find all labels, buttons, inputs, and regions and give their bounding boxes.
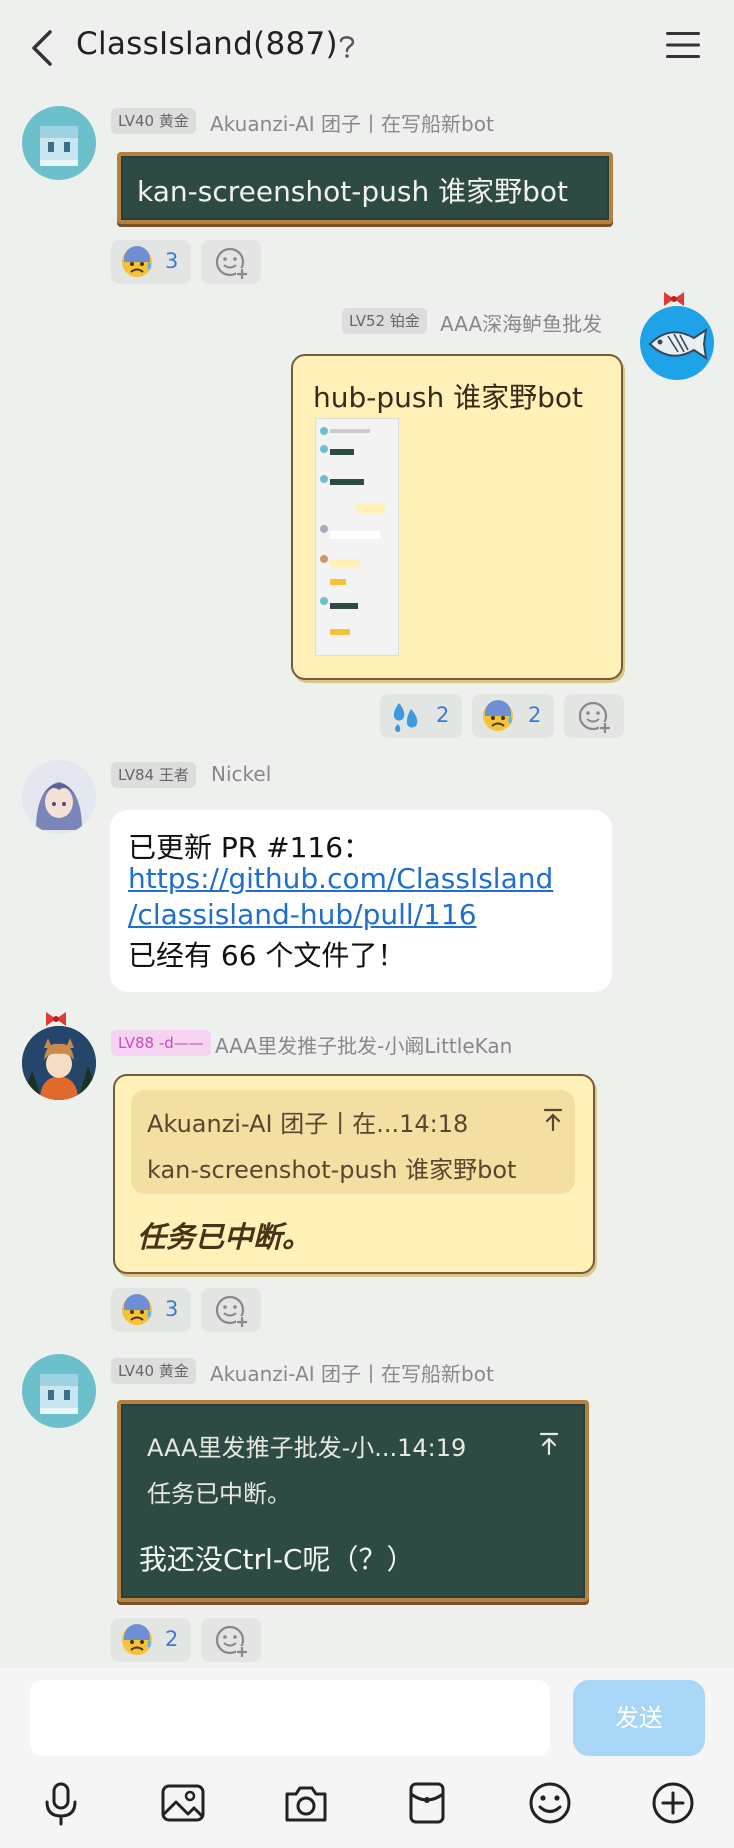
anxious-sweat-face-icon bbox=[483, 700, 513, 731]
quote-text: 任务已中断。 bbox=[147, 1480, 291, 1508]
chat-title[interactable]: ClassIsland(887) bbox=[76, 26, 338, 62]
reaction-chip[interactable]: 2 bbox=[111, 1618, 191, 1662]
message-text: 任务已中断。 bbox=[137, 1220, 312, 1254]
sender-name[interactable]: Nickel bbox=[211, 762, 271, 786]
avatar[interactable] bbox=[22, 1354, 96, 1428]
avatar[interactable] bbox=[22, 760, 96, 834]
message-text: 我还没Ctrl-C呢（？） bbox=[139, 1543, 415, 1576]
quote-text: kan-screenshot-push 谁家野bot bbox=[147, 1156, 517, 1184]
sweat-droplets-icon bbox=[393, 703, 418, 732]
anime-avatar-icon bbox=[22, 760, 96, 834]
help-icon[interactable] bbox=[336, 32, 358, 60]
message-input[interactable] bbox=[30, 1680, 550, 1756]
reaction-chip[interactable]: 3 bbox=[111, 240, 191, 284]
message-line: 已更新 PR #116： bbox=[128, 831, 372, 864]
sender-name[interactable]: AAA深海鲈鱼批发 bbox=[440, 308, 602, 337]
camera-icon[interactable] bbox=[281, 1778, 331, 1828]
emoji-icon[interactable] bbox=[525, 1778, 575, 1828]
anxious-sweat-face-icon bbox=[122, 1294, 152, 1325]
pixel-avatar-icon bbox=[40, 126, 78, 166]
anxious-sweat-face-icon bbox=[122, 1624, 152, 1655]
add-reaction-icon bbox=[215, 247, 248, 280]
message-line: 已经有 66 个文件了！ bbox=[128, 939, 406, 972]
back-arrow-icon[interactable] bbox=[22, 26, 62, 70]
add-reaction-icon bbox=[215, 1625, 248, 1658]
level-badge: LV40 黄金 bbox=[111, 108, 196, 134]
fox-boy-avatar-icon bbox=[22, 1026, 96, 1100]
microphone-icon[interactable] bbox=[36, 1778, 86, 1828]
add-reaction-button[interactable] bbox=[201, 1618, 261, 1662]
chalkboard-bubble[interactable]: AAA里发推子批发-小...14:19 任务已中断。 我还没Ctrl-C呢（？） bbox=[117, 1400, 589, 1602]
avatar[interactable] bbox=[22, 106, 96, 180]
bow-decoration-icon bbox=[46, 1012, 66, 1026]
reaction-chip[interactable]: 2 bbox=[472, 694, 554, 738]
pr-link[interactable]: https://github.com/ClassIsland bbox=[128, 862, 553, 895]
message-text: hub-push 谁家野bot bbox=[313, 381, 584, 414]
image-icon[interactable] bbox=[158, 1778, 208, 1828]
bow-decoration-icon bbox=[664, 292, 684, 306]
pixel-avatar-icon bbox=[40, 1374, 78, 1414]
quoted-message[interactable]: Akuanzi-AI 团子丨在...14:18 kan-screenshot-p… bbox=[131, 1090, 575, 1194]
level-badge: LV88 -d—— bbox=[111, 1030, 211, 1056]
reaction-count: 3 bbox=[165, 249, 179, 273]
reaction-count: 2 bbox=[165, 1627, 179, 1651]
anxious-sweat-face-icon bbox=[122, 246, 152, 277]
quote-header: Akuanzi-AI 团子丨在...14:18 bbox=[147, 1110, 469, 1138]
plus-icon[interactable] bbox=[648, 1778, 698, 1828]
reaction-chip[interactable]: 3 bbox=[111, 1288, 191, 1332]
red-packet-icon[interactable] bbox=[402, 1778, 452, 1828]
cat-bubble[interactable]: Akuanzi-AI 团子丨在...14:18 kan-screenshot-p… bbox=[113, 1074, 595, 1274]
fish-avatar-icon bbox=[648, 327, 708, 361]
chat-header: ClassIsland(887) bbox=[0, 0, 734, 96]
reaction-count: 3 bbox=[165, 1297, 179, 1321]
menu-icon[interactable] bbox=[664, 28, 702, 62]
send-button[interactable]: 发送 bbox=[573, 1680, 705, 1756]
add-reaction-icon bbox=[215, 1295, 248, 1328]
reaction-chip[interactable]: 2 bbox=[380, 694, 462, 738]
chalkboard-bubble[interactable]: kan-screenshot-push 谁家野bot bbox=[117, 152, 613, 224]
message-text: kan-screenshot-push 谁家野bot bbox=[137, 175, 568, 208]
add-reaction-button[interactable] bbox=[201, 1288, 261, 1332]
cat-bubble[interactable]: hub-push 谁家野bot bbox=[291, 354, 623, 680]
level-badge: LV52 铂金 bbox=[342, 308, 427, 334]
jump-to-top-icon[interactable] bbox=[539, 1432, 559, 1456]
screenshot-thumbnail[interactable] bbox=[315, 418, 399, 656]
sender-name[interactable]: Akuanzi-AI 团子丨在写船新bot bbox=[210, 108, 494, 137]
quote-header: AAA里发推子批发-小...14:19 bbox=[147, 1434, 467, 1462]
sender-name[interactable]: Akuanzi-AI 团子丨在写船新bot bbox=[210, 1358, 494, 1387]
avatar[interactable] bbox=[640, 306, 714, 380]
add-reaction-button[interactable] bbox=[201, 240, 261, 284]
sender-name[interactable]: AAA里发推子批发-小阚LittleKan bbox=[215, 1030, 512, 1059]
level-badge: LV84 王者 bbox=[111, 762, 196, 788]
avatar[interactable] bbox=[22, 1026, 96, 1100]
pr-link[interactable]: /classisland-hub/pull/116 bbox=[128, 898, 477, 931]
reaction-count: 2 bbox=[436, 703, 450, 727]
level-badge: LV40 黄金 bbox=[111, 1358, 196, 1384]
jump-to-top-icon[interactable] bbox=[543, 1108, 563, 1132]
add-reaction-button[interactable] bbox=[564, 694, 624, 738]
reaction-count: 2 bbox=[528, 703, 542, 727]
message-bubble[interactable]: 已更新 PR #116： https://github.com/ClassIsl… bbox=[110, 810, 612, 992]
add-reaction-icon bbox=[578, 701, 611, 734]
quoted-message[interactable]: AAA里发推子批发-小...14:19 任务已中断。 bbox=[131, 1414, 575, 1514]
